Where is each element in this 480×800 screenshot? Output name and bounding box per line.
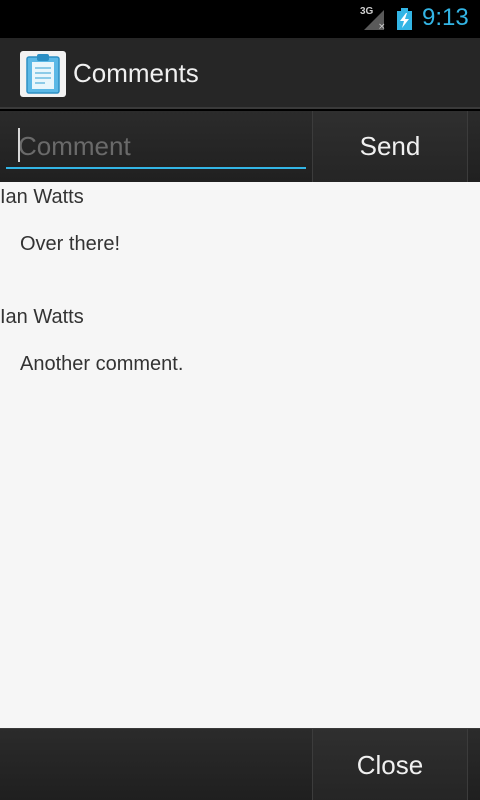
status-clock: 9:13 [422,4,469,31]
status-bar: 3G × 9:13 [0,0,480,38]
comment-author: Ian Watts [0,306,84,328]
list-item[interactable]: Ian Watts Over there! [0,182,480,302]
text-caret [18,128,20,162]
compose-row: Send [0,111,480,182]
signal-icon: 3G × [360,6,388,30]
clipboard-icon[interactable] [20,51,66,97]
send-button[interactable]: Send [312,111,468,182]
svg-text:×: × [378,22,386,30]
page-title: Comments [73,58,199,88]
list-item[interactable]: Ian Watts Another comment. [0,302,480,422]
battery-charging-icon [396,8,413,30]
bottom-bar: Close [0,728,480,800]
comment-text: Over there! [20,233,121,255]
comment-text: Another comment. [20,353,184,375]
action-bar: Comments [0,38,480,109]
comment-author: Ian Watts [0,186,84,208]
comments-list[interactable]: Ian Watts Over there! Ian Watts Another … [0,182,480,728]
close-button[interactable]: Close [312,729,468,800]
comment-input[interactable] [6,125,306,169]
